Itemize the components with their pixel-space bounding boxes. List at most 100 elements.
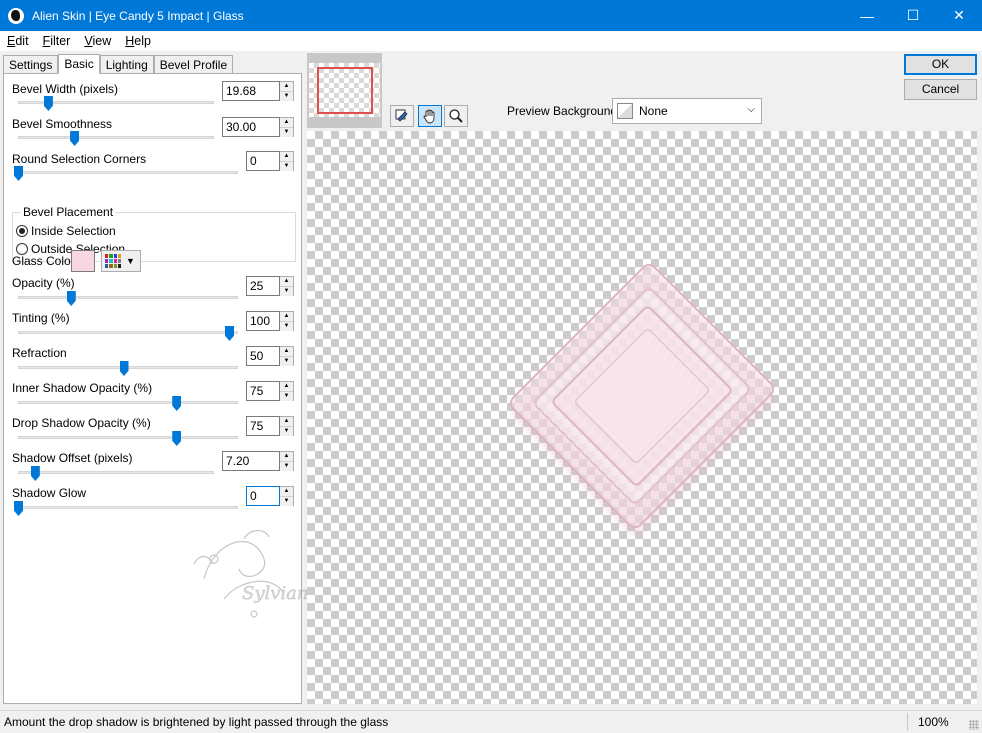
palette-icon	[105, 254, 121, 268]
inner-shadow-slider[interactable]	[172, 396, 182, 411]
zoom-level: 100%	[918, 715, 949, 729]
maximize-button[interactable]: ☐	[890, 0, 936, 31]
opacity-spinner[interactable]: 25 ▲ ▼	[246, 276, 294, 296]
spin-down-icon[interactable]: ▼	[280, 427, 293, 436]
menu-view[interactable]: View	[77, 34, 118, 48]
status-bar: Amount the drop shadow is brightened by …	[0, 710, 982, 733]
spin-up-icon[interactable]: ▲	[280, 82, 293, 92]
inner-shadow-value[interactable]: 75	[246, 381, 280, 401]
round-corners-slider[interactable]	[14, 166, 23, 181]
inner-shadow-track[interactable]	[18, 401, 238, 404]
shadow-offset-spinner[interactable]: 7.20 ▲ ▼	[222, 451, 294, 471]
refraction-label: Refraction	[12, 346, 67, 360]
bevel-width-spinner[interactable]: 19.68 ▲ ▼	[222, 81, 294, 101]
close-button[interactable]: ✕	[936, 0, 982, 31]
drop-shadow-spinner[interactable]: 75 ▲ ▼	[246, 416, 294, 436]
hand-tool-button[interactable]	[418, 105, 442, 127]
opacity-label: Opacity (%)	[12, 276, 75, 290]
shadow-glow-slider[interactable]	[14, 501, 23, 516]
refraction-value[interactable]: 50	[246, 346, 280, 366]
zoom-icon	[449, 109, 463, 123]
spin-down-icon[interactable]: ▼	[280, 357, 293, 366]
drop-shadow-value[interactable]: 75	[246, 416, 280, 436]
basic-tab-page: Bevel Width (pixels) 19.68 ▲ ▼ Bevel Smoo…	[3, 73, 319, 704]
shadow-offset-slider[interactable]	[30, 466, 40, 481]
spin-down-icon[interactable]: ▼	[280, 322, 293, 331]
eyedropper-tool-button[interactable]	[390, 105, 414, 127]
spin-up-icon[interactable]: ▲	[280, 152, 293, 162]
tab-basic[interactable]: Basic	[58, 54, 100, 74]
shadow-glow-spinner[interactable]: 0 ▲ ▼	[246, 486, 294, 506]
spin-down-icon[interactable]: ▼	[280, 92, 293, 101]
glass-color-swatch[interactable]	[71, 250, 95, 272]
bevel-width-value[interactable]: 19.68	[222, 81, 280, 101]
inside-selection-label: Inside Selection	[31, 224, 116, 238]
status-separator	[907, 713, 908, 731]
tab-bevel-profile[interactable]: Bevel Profile	[153, 55, 234, 74]
spin-down-icon[interactable]: ▼	[280, 287, 293, 296]
navigator-viewport[interactable]	[317, 67, 373, 114]
window-title: Alien Skin | Eye Candy 5 Impact | Glass	[32, 8, 244, 23]
zoom-tool-button[interactable]	[444, 105, 468, 127]
spin-up-icon[interactable]: ▲	[280, 382, 293, 392]
bevel-smoothness-spinner[interactable]: 30.00 ▲ ▼	[222, 117, 294, 137]
tinting-value[interactable]: 100	[246, 311, 280, 331]
tinting-slider[interactable]	[225, 326, 234, 341]
round-corners-value[interactable]: 0	[246, 151, 280, 171]
menu-filter[interactable]: Filter	[36, 34, 78, 48]
menu-edit[interactable]: Edit	[0, 34, 36, 48]
spin-down-icon[interactable]: ▼	[280, 392, 293, 401]
inner-shadow-spinner[interactable]: 75 ▲ ▼	[246, 381, 294, 401]
settings-panel: Settings Basic Lighting Bevel Profile Be…	[3, 54, 319, 704]
spin-up-icon[interactable]: ▲	[280, 277, 293, 287]
glass-color-label: Glass Color	[12, 254, 75, 268]
inside-selection-radio[interactable]: Inside Selection	[16, 224, 116, 238]
tinting-spinner[interactable]: 100 ▲ ▼	[246, 311, 294, 331]
shadow-offset-track[interactable]	[18, 471, 214, 474]
shadow-offset-value[interactable]: 7.20	[222, 451, 280, 471]
bevel-smoothness-track[interactable]	[18, 136, 214, 139]
color-palette-button[interactable]: ▼	[101, 250, 141, 272]
round-corners-track[interactable]	[18, 171, 238, 174]
shadow-offset-label: Shadow Offset (pixels)	[12, 451, 133, 465]
shadow-glow-value[interactable]: 0	[246, 486, 280, 506]
opacity-value[interactable]: 25	[246, 276, 280, 296]
bevel-smoothness-slider[interactable]	[70, 131, 80, 146]
spin-down-icon[interactable]: ▼	[280, 128, 293, 137]
background-swatch-icon	[617, 103, 633, 119]
bevel-smoothness-value[interactable]: 30.00	[222, 117, 280, 137]
spin-up-icon[interactable]: ▲	[280, 312, 293, 322]
resize-grip-icon[interactable]	[969, 720, 979, 730]
preview-background-label: Preview Background:	[507, 104, 621, 118]
spin-up-icon[interactable]: ▲	[280, 118, 293, 128]
cancel-button[interactable]: Cancel	[904, 79, 977, 100]
tab-settings[interactable]: Settings	[3, 55, 59, 74]
opacity-track[interactable]	[18, 296, 238, 299]
ok-button[interactable]: OK	[904, 54, 977, 75]
refraction-spinner[interactable]: 50 ▲ ▼	[246, 346, 294, 366]
app-icon	[8, 7, 24, 24]
round-corners-spinner[interactable]: 0 ▲ ▼	[246, 151, 294, 171]
menu-help[interactable]: Help	[118, 34, 158, 48]
spin-up-icon[interactable]: ▲	[280, 487, 293, 497]
spin-up-icon[interactable]: ▲	[280, 452, 293, 462]
refraction-slider[interactable]	[119, 361, 129, 376]
preview-background-select[interactable]: None ⌵	[612, 98, 762, 124]
spin-down-icon[interactable]: ▼	[280, 462, 293, 471]
tab-lighting[interactable]: Lighting	[99, 55, 154, 74]
bevel-placement-legend: Bevel Placement	[21, 205, 116, 219]
spin-up-icon[interactable]: ▲	[280, 347, 293, 357]
preview-canvas[interactable]	[307, 131, 977, 704]
shadow-glow-track[interactable]	[18, 506, 238, 509]
drop-shadow-label: Drop Shadow Opacity (%)	[12, 416, 151, 430]
drop-shadow-track[interactable]	[18, 436, 238, 439]
minimize-button[interactable]: —	[844, 0, 890, 31]
spin-down-icon[interactable]: ▼	[280, 162, 293, 171]
tinting-track[interactable]	[18, 331, 238, 334]
bevel-width-slider[interactable]	[43, 96, 53, 111]
opacity-slider[interactable]	[66, 291, 76, 306]
status-message: Amount the drop shadow is brightened by …	[4, 715, 389, 729]
spin-down-icon[interactable]: ▼	[280, 497, 293, 506]
drop-shadow-slider[interactable]	[172, 431, 182, 446]
spin-up-icon[interactable]: ▲	[280, 417, 293, 427]
